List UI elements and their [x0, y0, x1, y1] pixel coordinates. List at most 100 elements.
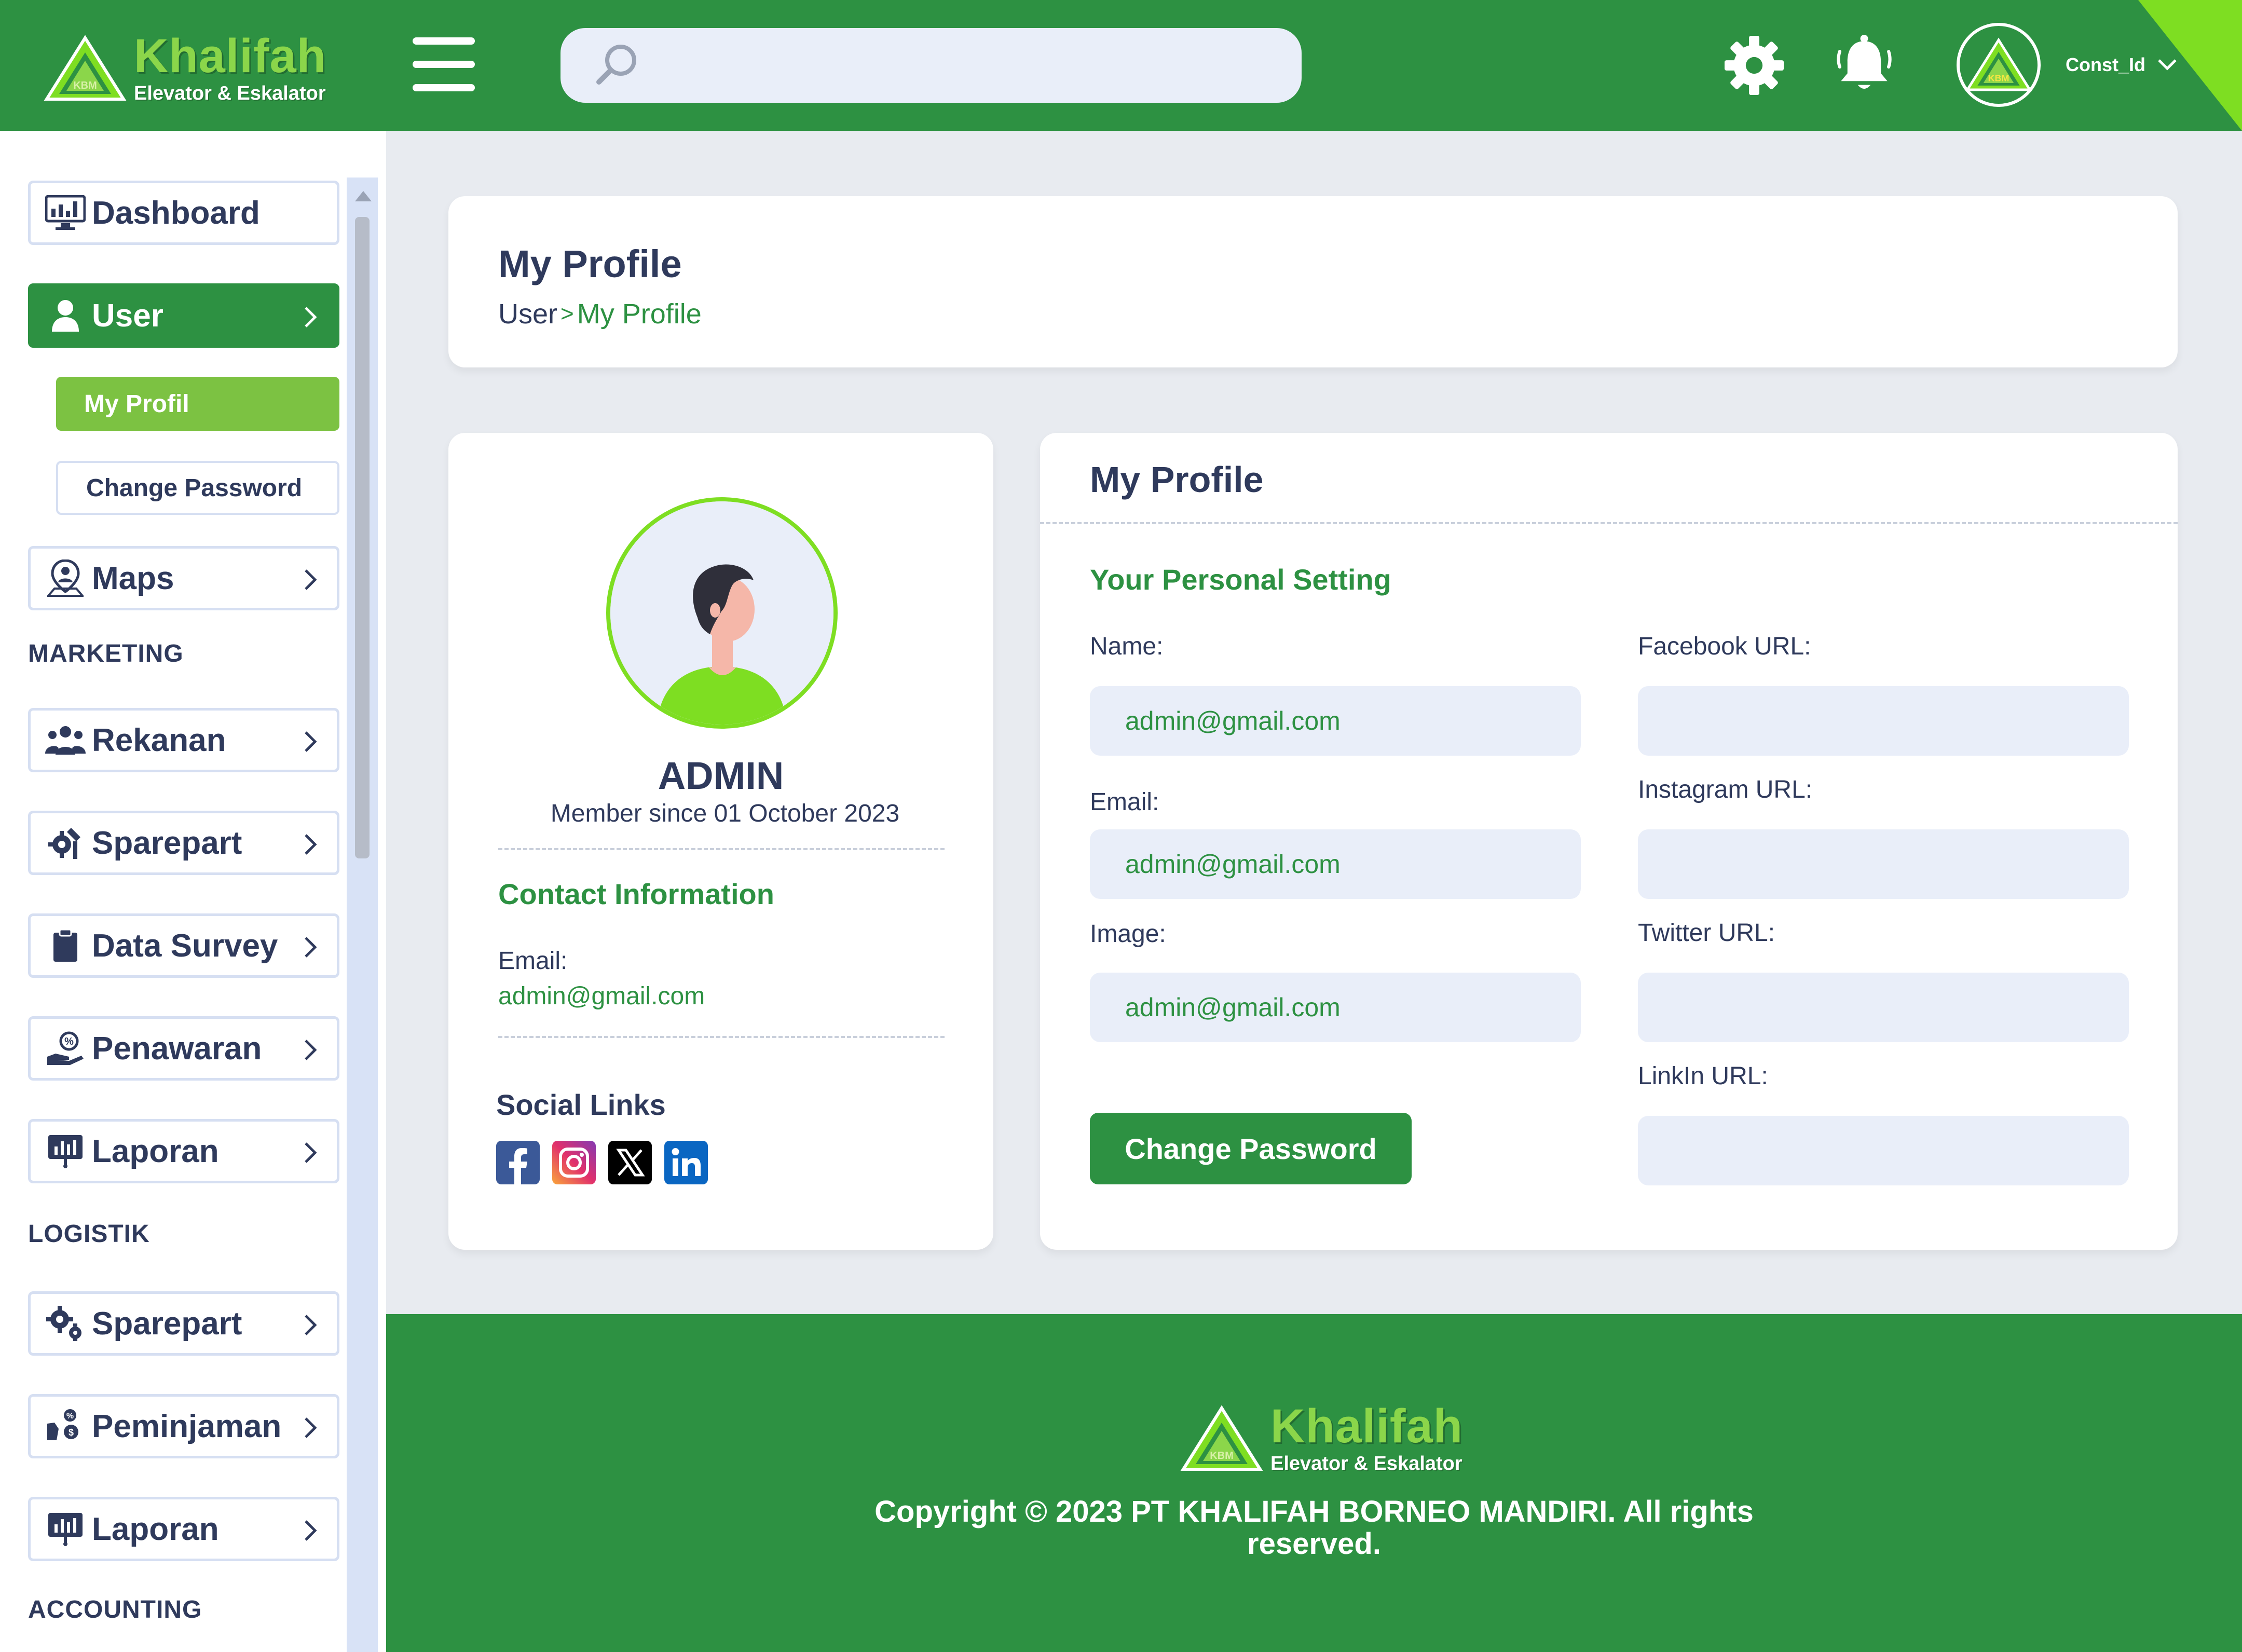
profile-summary-card: ADMIN Member since 01 October 2023 Conta… [448, 433, 993, 1250]
chevron-down-icon [2158, 59, 2177, 71]
bell-icon[interactable] [1832, 32, 1896, 97]
copyright-line-2: reserved. [1247, 1527, 1381, 1561]
chevron-right-icon [305, 1315, 317, 1335]
name-label: Name: [1090, 633, 1164, 660]
instagram-icon[interactable] [552, 1141, 596, 1184]
gear-icon[interactable] [1722, 33, 1786, 98]
copyright-text: Copyright © 2023 PT KHALIFAH BORNEO MAND… [386, 1496, 2242, 1560]
logo-triangle-icon: KBM [44, 35, 127, 101]
sidebar-subitem-my-profil[interactable]: My Profil [56, 377, 339, 431]
facebook-url-field[interactable] [1638, 686, 2129, 756]
sidebar-item-data-survey[interactable]: Data Survey [28, 913, 339, 978]
search-input[interactable] [664, 28, 1277, 103]
section-label-logistik: LOGISTIK [28, 1220, 150, 1248]
breadcrumb-separator: > [560, 301, 574, 326]
footer-logo: KBM Khalifah Elevator & Eskalator [1180, 1402, 1463, 1475]
clipboard-icon [45, 927, 86, 964]
user-menu[interactable]: Const_Id [2066, 54, 2178, 76]
sidebar-item-label: Sparepart [92, 825, 242, 861]
instagram-url-field[interactable] [1638, 829, 2129, 899]
change-password-button[interactable]: Change Password [1090, 1113, 1412, 1184]
footer: KBM Khalifah Elevator & Eskalator Copyri… [386, 1314, 2242, 1652]
chevron-right-icon [305, 1520, 317, 1541]
sidebar-item-label: Rekanan [92, 722, 226, 758]
sidebar-item-peminjaman[interactable]: % $ Peminjaman [28, 1394, 339, 1458]
copyright-line-1: Copyright © 2023 PT KHALIFAH BORNEO MAND… [874, 1495, 1754, 1528]
chevron-right-icon [305, 569, 317, 590]
sidebar-item-laporan-logistik[interactable]: Laporan [28, 1497, 339, 1561]
avatar-logo-mark: KBM [1988, 73, 2009, 84]
sidebar-item-rekanan[interactable]: Rekanan [28, 708, 339, 772]
scrollbar-thumb[interactable] [355, 217, 370, 858]
sidebar-item-label: Sparepart [92, 1305, 242, 1342]
member-since: Member since 01 October 2023 [550, 800, 900, 827]
section-label-marketing: MARKETING [28, 640, 184, 667]
scroll-up-arrow[interactable] [355, 191, 372, 201]
logo-mark: KBM [73, 80, 97, 91]
footer-brand-name: Khalifah [1270, 1400, 1463, 1453]
contact-email-value[interactable]: admin@gmail.com [498, 982, 705, 1011]
profile-settings-card: My Profile Your Personal Setting Name: E… [1040, 433, 2178, 1250]
sidebar-item-label: Penawaran [92, 1030, 262, 1067]
page-title: My Profile [498, 242, 682, 285]
sidebar-item-label: Laporan [92, 1133, 219, 1169]
linkedin-url-field[interactable] [1638, 1116, 2129, 1185]
breadcrumb-user-link[interactable]: User [498, 298, 557, 330]
chevron-right-icon [305, 1417, 317, 1438]
section-label-accounting: ACCOUNTING [28, 1596, 202, 1623]
map-pin-user-icon [45, 559, 86, 597]
divider [1040, 522, 2178, 524]
avatar-logo-icon: KBM [1965, 37, 2032, 91]
search-icon [596, 45, 636, 85]
sidebar-item-label: Laporan [92, 1511, 219, 1547]
gears-icon [45, 1305, 86, 1342]
sidebar-item-maps[interactable]: Maps [28, 546, 339, 610]
divider [498, 1036, 945, 1038]
brand-name: Khalifah [134, 30, 326, 83]
sidebar-subitem-change-password[interactable]: Change Password [56, 461, 339, 515]
divider [498, 848, 945, 850]
brand-logo[interactable]: KBM Khalifah Elevator & Eskalator [44, 32, 326, 105]
brand-subtitle: Elevator & Eskalator [134, 83, 326, 104]
sidebar-item-label: Data Survey [92, 927, 278, 964]
facebook-icon[interactable] [496, 1141, 540, 1184]
hand-money-icon: % $ [45, 1408, 86, 1445]
user-icon [45, 297, 86, 334]
sidebar-item-user[interactable]: User [28, 283, 339, 348]
sidebar: Dashboard User My Profil Change Password… [0, 131, 386, 1652]
search-bar[interactable] [560, 28, 1302, 103]
sidebar-item-sparepart-logistik[interactable]: Sparepart [28, 1291, 339, 1356]
sidebar-item-sparepart-marketing[interactable]: Sparepart [28, 811, 339, 875]
social-links-heading: Social Links [496, 1088, 666, 1121]
presentation-chart-icon [45, 1510, 86, 1548]
sidebar-item-laporan-marketing[interactable]: Laporan [28, 1119, 339, 1183]
svg-text:%: % [66, 1412, 74, 1421]
sidebar-item-label: Dashboard [92, 195, 260, 231]
name-field[interactable] [1090, 686, 1581, 756]
hand-discount-icon: % [45, 1030, 86, 1067]
sidebar-item-dashboard[interactable]: Dashboard [28, 181, 339, 245]
x-twitter-icon[interactable] [608, 1141, 652, 1184]
svg-text:$: $ [69, 1427, 74, 1438]
chevron-right-icon [305, 1142, 317, 1163]
personal-setting-heading: Your Personal Setting [1090, 563, 1391, 596]
sidebar-subitem-label: My Profil [84, 390, 189, 418]
sidebar-item-label: User [92, 297, 163, 334]
image-field[interactable] [1090, 973, 1581, 1042]
user-avatar[interactable]: KBM [1957, 23, 2041, 107]
twitter-url-field[interactable] [1638, 973, 2129, 1042]
linkedin-icon[interactable] [664, 1141, 708, 1184]
breadcrumb: User > My Profile [498, 298, 702, 330]
social-links [496, 1141, 708, 1184]
facebook-url-label: Facebook URL: [1638, 633, 1811, 660]
menu-icon[interactable] [413, 37, 475, 91]
monitor-chart-icon [45, 194, 86, 231]
tools-gear-icon [45, 824, 86, 862]
chevron-right-icon [305, 731, 317, 752]
footer-brand-subtitle: Elevator & Eskalator [1270, 1453, 1462, 1474]
contact-heading: Contact Information [498, 878, 774, 910]
sidebar-item-label: Maps [92, 560, 174, 596]
chevron-right-icon [305, 307, 317, 327]
sidebar-item-penawaran[interactable]: % Penawaran [28, 1016, 339, 1081]
email-field[interactable] [1090, 829, 1581, 899]
